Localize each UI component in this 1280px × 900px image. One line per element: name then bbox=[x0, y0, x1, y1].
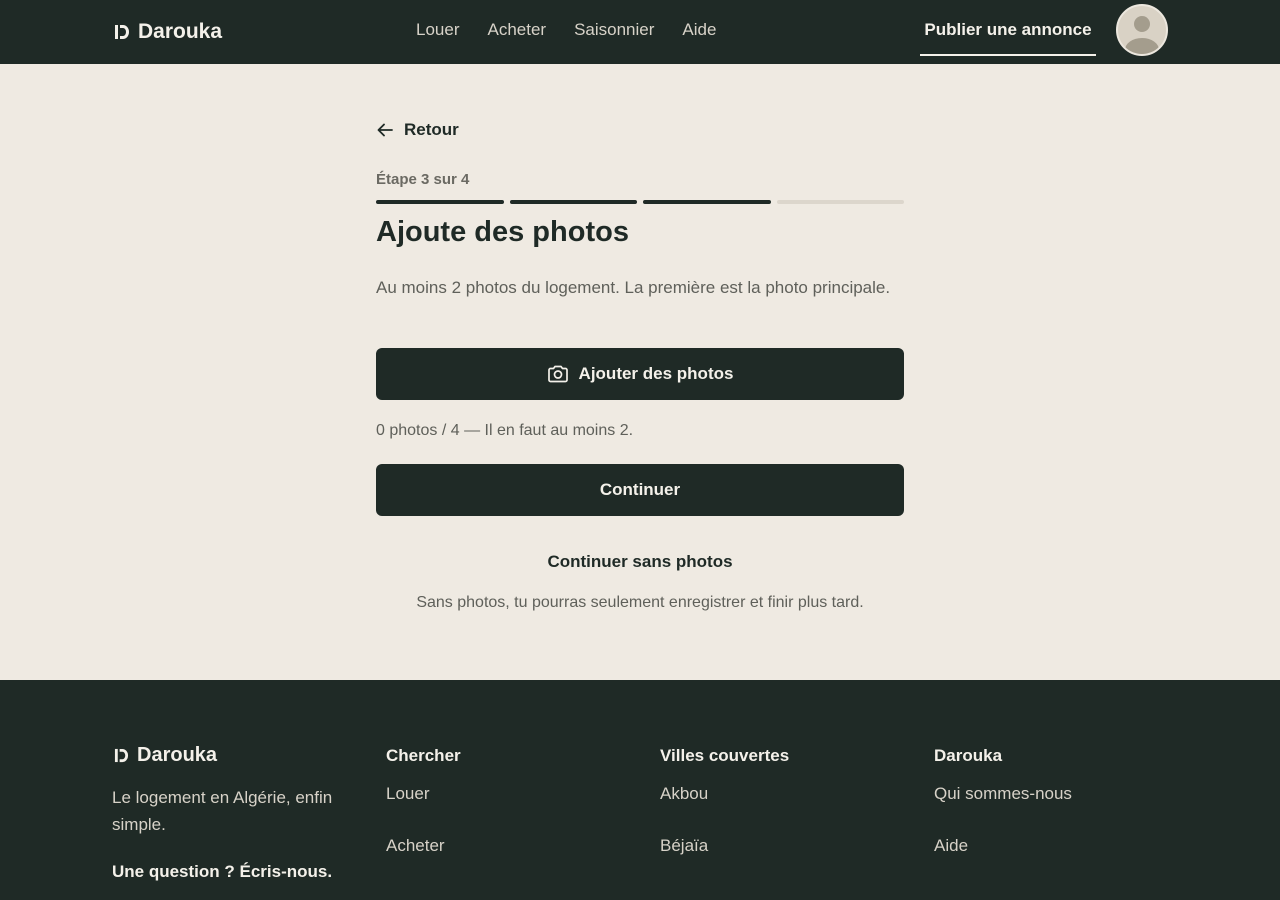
progress-segment-1 bbox=[376, 200, 504, 204]
nav-item-saisonnier[interactable]: Saisonnier bbox=[574, 20, 654, 40]
darouka-logo-icon bbox=[114, 748, 129, 763]
nav-item-louer[interactable]: Louer bbox=[416, 20, 459, 40]
footer-contact-link[interactable]: Une question ? Écris-nous. bbox=[112, 862, 332, 882]
footer-column-title: Villes couvertes bbox=[660, 746, 790, 765]
footer-link-bejaia[interactable]: Béjaïa bbox=[660, 836, 708, 856]
footer-link-louer[interactable]: Louer bbox=[386, 784, 429, 804]
footer-column-darouka: Darouka Qui sommes-nous Aide bbox=[934, 746, 1072, 855]
camera-icon bbox=[547, 365, 568, 383]
footer-column-title: Darouka bbox=[934, 746, 1003, 765]
arrow-left-icon bbox=[377, 123, 393, 137]
nav-item-aide[interactable]: Aide bbox=[682, 20, 716, 40]
main-nav: Louer Acheter Saisonnier Aide bbox=[416, 20, 716, 40]
footer-column-title: Chercher bbox=[386, 746, 461, 765]
skip-hint-text: Sans photos, tu pourras seulement enregi… bbox=[416, 594, 864, 611]
footer-link-aide[interactable]: Aide bbox=[934, 836, 968, 856]
continue-without-photos-link[interactable]: Continuer sans photos bbox=[376, 552, 904, 572]
logo-link[interactable]: Darouka bbox=[114, 20, 222, 44]
step-indicator: Étape 3 sur 4 bbox=[376, 171, 470, 188]
progress-bar bbox=[376, 200, 904, 204]
progress-segment-3 bbox=[643, 200, 771, 204]
user-avatar-icon bbox=[1125, 16, 1159, 54]
site-header: Darouka Louer Acheter Saisonnier Aide Pu… bbox=[0, 0, 1280, 64]
footer-logo[interactable]: Darouka bbox=[114, 744, 217, 767]
footer-tagline: Le logement en Algérie, enfin simple. bbox=[112, 788, 333, 834]
continue-button[interactable]: Continuer bbox=[376, 464, 904, 516]
progress-segment-2 bbox=[509, 200, 637, 204]
footer-link-acheter[interactable]: Acheter bbox=[386, 836, 445, 856]
add-photos-button[interactable]: Ajouter des photos bbox=[376, 348, 904, 400]
footer-link-akbou[interactable]: Akbou bbox=[660, 784, 708, 804]
nav-item-acheter[interactable]: Acheter bbox=[487, 20, 546, 40]
back-label: Retour bbox=[404, 120, 459, 139]
footer-link-qui-sommes-nous[interactable]: Qui sommes-nous bbox=[934, 784, 1072, 804]
darouka-logo-icon bbox=[115, 25, 129, 39]
page-title: Ajoute des photos bbox=[376, 216, 629, 248]
page-description: Au moins 2 photos du logement. La premiè… bbox=[376, 278, 891, 297]
avatar[interactable] bbox=[1116, 4, 1168, 56]
footer-brand-name: Darouka bbox=[137, 744, 218, 766]
progress-segment-4 bbox=[776, 200, 904, 204]
add-photos-label: Ajouter des photos bbox=[578, 364, 734, 383]
brand-name: Darouka bbox=[138, 20, 223, 43]
publish-listing-link[interactable]: Publier une annonce bbox=[920, 20, 1096, 56]
footer-column-villes: Villes couvertes Akbou Béjaïa bbox=[660, 746, 790, 855]
footer-column-chercher: Chercher Louer Acheter bbox=[386, 746, 461, 855]
site-footer: Darouka Le logement en Algérie, enfin si… bbox=[0, 680, 1280, 900]
back-link[interactable]: Retour bbox=[376, 120, 459, 140]
photo-count-text: 0 photos / 4 — Il en faut au moins 2. bbox=[376, 422, 634, 439]
